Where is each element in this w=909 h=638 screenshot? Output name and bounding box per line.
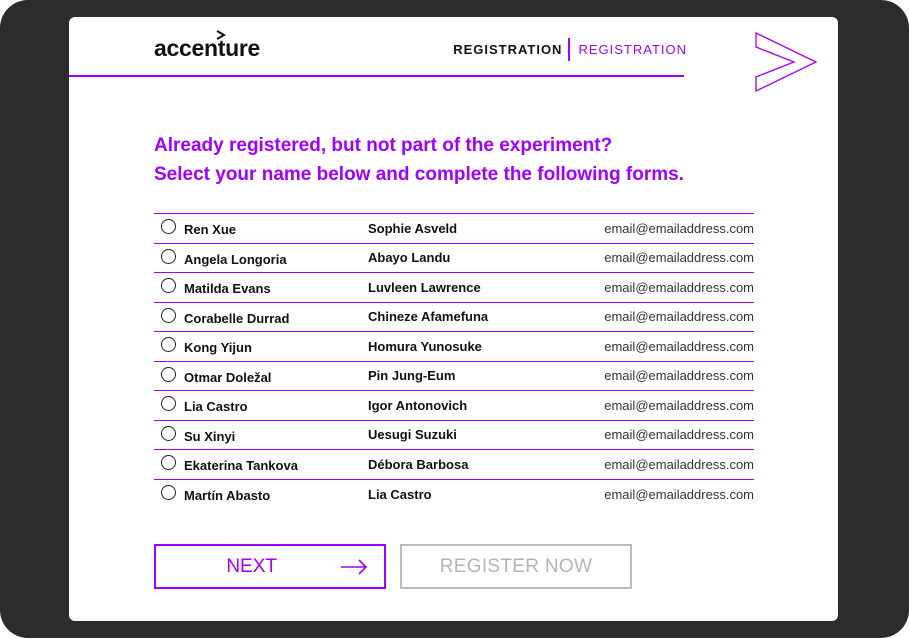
participant-email: email@emailaddress.com <box>604 220 754 236</box>
app-screen: accenture REGISTRATION REGISTRATION Alre… <box>69 17 838 621</box>
participant-name: Corabelle Durrad <box>184 310 290 326</box>
radio-button[interactable] <box>161 278 176 294</box>
list-item[interactable]: Ekaterina Tankova Débora Barbosa email@e… <box>154 450 754 480</box>
list-item[interactable]: Kong Yijun Homura Yunosuke email@emailad… <box>154 332 754 362</box>
radio-button[interactable] <box>161 337 176 353</box>
next-button-label: NEXT <box>226 555 277 577</box>
register-now-button[interactable]: REGISTER NOW <box>400 544 632 589</box>
header-nav: REGISTRATION REGISTRATION <box>453 38 687 61</box>
participant-contact: Sophie Asveld <box>368 220 458 236</box>
list-item[interactable]: Su Xinyi Uesugi Suzuki email@emailaddres… <box>154 421 754 450</box>
header-divider <box>69 75 684 77</box>
participant-name: Ren Xue <box>184 222 237 238</box>
participant-email: email@emailaddress.com <box>604 368 754 384</box>
participant-contact: Abayo Landu <box>368 250 451 266</box>
logo-greater-than-icon <box>216 30 226 40</box>
participant-name: Ekaterina Tankova <box>184 458 298 474</box>
list-item[interactable]: Matilda Evans Luvleen Lawrence email@ema… <box>154 273 754 303</box>
participant-email: email@emailaddress.com <box>604 456 754 472</box>
radio-button[interactable] <box>161 485 176 501</box>
participant-email: email@emailaddress.com <box>604 279 754 295</box>
radio-button[interactable] <box>161 396 176 412</box>
list-item[interactable]: Otmar Doležal Pin Jung-Eum email@emailad… <box>154 362 754 391</box>
list-item[interactable]: Ren Xue Sophie Asveld email@emailaddress… <box>154 214 754 244</box>
nav-registration-primary[interactable]: REGISTRATION <box>453 42 568 57</box>
register-now-label: REGISTER NOW <box>439 555 593 577</box>
participant-contact: Luvleen Lawrence <box>368 279 481 295</box>
participant-name: Kong Yijun <box>184 340 252 356</box>
heading-line-1: Already registered, but not part of the … <box>154 135 613 156</box>
accenture-chevron-icon <box>755 31 818 93</box>
participant-email: email@emailaddress.com <box>604 338 754 354</box>
participant-contact: Lia Castro <box>368 486 432 502</box>
participant-email: email@emailaddress.com <box>604 486 754 502</box>
participant-contact: Pin Jung-Eum <box>368 368 456 384</box>
participant-name: Matilda Evans <box>184 281 271 297</box>
radio-button[interactable] <box>161 248 176 264</box>
radio-button[interactable] <box>161 219 176 235</box>
participant-name: Martín Abasto <box>184 488 271 504</box>
accenture-logo: accenture <box>154 35 260 61</box>
radio-button[interactable] <box>161 425 176 441</box>
radio-button[interactable] <box>161 366 176 382</box>
participant-name: Otmar Doležal <box>184 369 272 385</box>
participant-email: email@emailaddress.com <box>604 397 754 413</box>
nav-registration-secondary[interactable]: REGISTRATION <box>570 42 687 57</box>
participant-email: email@emailaddress.com <box>604 309 754 325</box>
participant-list: Ren Xue Sophie Asveld email@emailaddress… <box>154 213 754 509</box>
participant-contact: Chineze Afamefuna <box>368 309 489 325</box>
participant-email: email@emailaddress.com <box>604 427 754 443</box>
participant-contact: Débora Barbosa <box>368 456 469 472</box>
radio-button[interactable] <box>161 307 176 323</box>
participant-name: Lia Castro <box>184 399 248 415</box>
participant-contact: Uesugi Suzuki <box>368 427 457 443</box>
participant-name: Angela Longoria <box>184 251 287 267</box>
radio-button[interactable] <box>161 455 176 471</box>
participant-contact: Homura Yunosuke <box>368 338 482 354</box>
list-item[interactable]: Martín Abasto Lia Castro email@emailaddr… <box>154 480 754 510</box>
page-heading: Already registered, but not part of the … <box>154 131 774 189</box>
participant-name: Su Xinyi <box>184 428 236 444</box>
participant-contact: Igor Antonovich <box>368 397 468 413</box>
list-item[interactable]: Lia Castro Igor Antonovich email@emailad… <box>154 391 754 421</box>
arrow-right-icon <box>341 558 368 575</box>
next-button[interactable]: NEXT <box>154 544 386 589</box>
list-item[interactable]: Angela Longoria Abayo Landu email@emaila… <box>154 244 754 273</box>
participant-email: email@emailaddress.com <box>604 250 754 266</box>
list-item[interactable]: Corabelle Durrad Chineze Afamefuna email… <box>154 303 754 332</box>
heading-line-2: Select your name below and complete the … <box>154 164 684 185</box>
